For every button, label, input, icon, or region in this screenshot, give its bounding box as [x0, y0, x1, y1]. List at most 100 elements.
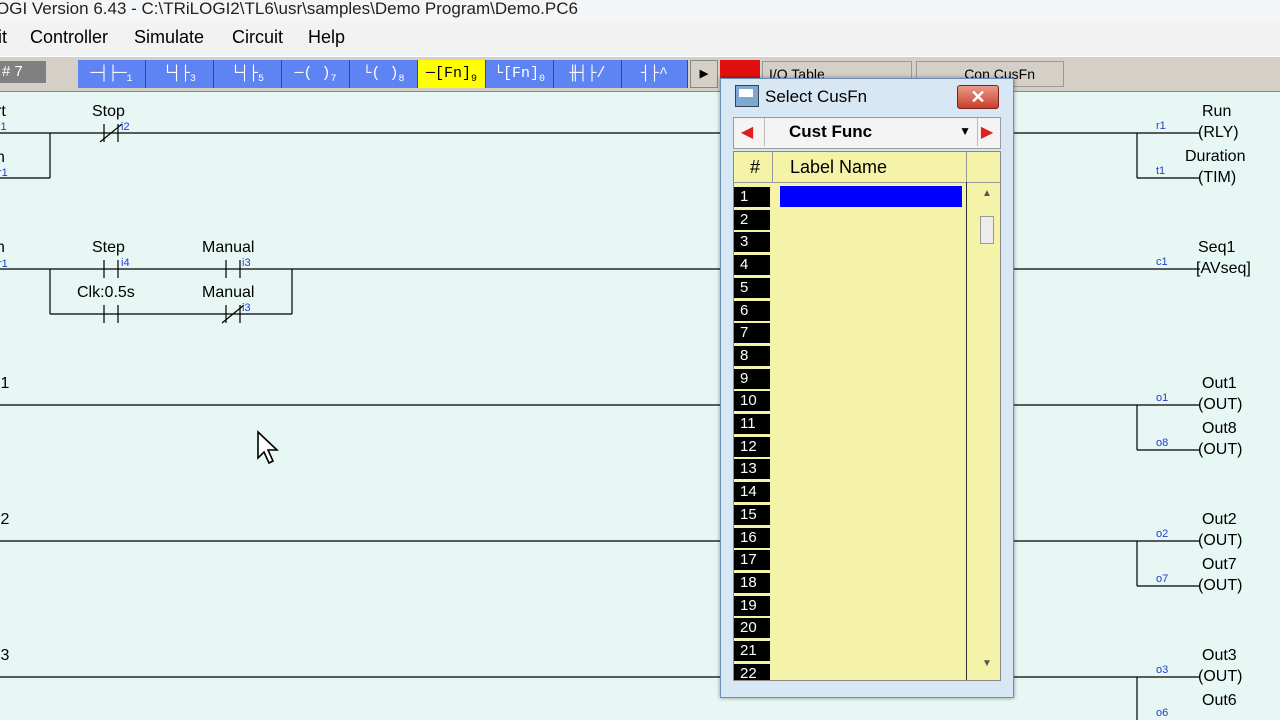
- list-item[interactable]: 17: [734, 549, 966, 572]
- rung-label: :2: [0, 511, 9, 528]
- function-button[interactable]: ─[Fn]9: [418, 60, 486, 88]
- row-label-cell[interactable]: [780, 390, 962, 411]
- rung-label: n: [0, 149, 5, 166]
- row-label-cell[interactable]: [780, 345, 962, 366]
- list-item[interactable]: 10: [734, 390, 966, 413]
- run-button[interactable]: ▶: [690, 60, 718, 88]
- row-number: 17: [734, 550, 770, 571]
- scroll-down-icon[interactable]: ▼: [982, 658, 992, 669]
- list-item[interactable]: 5: [734, 277, 966, 300]
- rung-label: :3: [0, 647, 9, 664]
- parallel-function-button[interactable]: └[Fn]0: [486, 60, 554, 88]
- coil-name: Out3: [1202, 647, 1237, 664]
- row-label-cell[interactable]: [780, 436, 962, 457]
- edge-contact-button[interactable]: ┤├^: [622, 60, 688, 88]
- row-label-cell[interactable]: [780, 231, 962, 252]
- row-label-cell[interactable]: [780, 322, 962, 343]
- coil-button[interactable]: ─( )7: [282, 60, 350, 88]
- row-number: 11: [734, 414, 770, 434]
- row-number: 22: [734, 663, 770, 680]
- coil-name: Out6: [1202, 692, 1237, 709]
- list-item[interactable]: 22: [734, 663, 966, 680]
- row-label-cell[interactable]: [780, 186, 962, 207]
- row-label-cell[interactable]: [780, 368, 962, 389]
- list-item[interactable]: 2: [734, 209, 966, 232]
- address-label: r1: [1156, 120, 1166, 132]
- coil-type: (TIM): [1198, 169, 1236, 186]
- ladder-diagram[interactable]: rt n n :1 :2 :3 Stop Step Manual Clk:0.5…: [0, 90, 1280, 720]
- row-number: 21: [734, 641, 770, 661]
- list-item[interactable]: 20: [734, 617, 966, 640]
- row-number: 8: [734, 345, 770, 366]
- row-label-cell[interactable]: [780, 504, 962, 525]
- list-item[interactable]: 11: [734, 413, 966, 436]
- row-label-cell[interactable]: [780, 413, 962, 434]
- scroll-up-icon[interactable]: ▲: [982, 188, 992, 199]
- row-label-cell[interactable]: [780, 254, 962, 275]
- list-item[interactable]: 21: [734, 640, 966, 663]
- list-item[interactable]: 7: [734, 322, 966, 345]
- list-item[interactable]: 9: [734, 368, 966, 391]
- mouse-cursor-icon: [257, 430, 280, 465]
- edge-contact-icon: ┤├^: [640, 65, 668, 82]
- row-label-cell[interactable]: [780, 277, 962, 298]
- address-label: r1: [0, 258, 8, 270]
- row-label-cell[interactable]: [780, 663, 962, 680]
- list-item[interactable]: 18: [734, 572, 966, 595]
- list-item[interactable]: 6: [734, 300, 966, 323]
- address-label: o2: [1156, 528, 1168, 540]
- list-item[interactable]: 19: [734, 595, 966, 618]
- branch-contact-button[interactable]: └┤├5: [214, 60, 282, 88]
- next-button[interactable]: ▶: [974, 118, 1000, 148]
- row-number: 6: [734, 300, 770, 321]
- menu-help[interactable]: Help: [308, 27, 345, 48]
- list-item[interactable]: 8: [734, 345, 966, 368]
- address-label: o7: [1156, 573, 1168, 585]
- row-label-cell[interactable]: [780, 595, 962, 616]
- row-label-cell[interactable]: [780, 549, 962, 570]
- series-contact-button[interactable]: ─┤├─1: [78, 60, 146, 88]
- menu-edit[interactable]: it: [0, 27, 7, 48]
- row-label-cell[interactable]: [780, 527, 962, 548]
- menu-controller[interactable]: Controller: [30, 27, 108, 48]
- list-item[interactable]: 4: [734, 254, 966, 277]
- list-item[interactable]: 13: [734, 458, 966, 481]
- branch-contact-icon: └┤├: [230, 65, 258, 82]
- coil-name: Out1: [1202, 375, 1237, 392]
- category-select[interactable]: Cust Func ▼: [764, 118, 978, 146]
- row-number: 14: [734, 482, 770, 503]
- dialog-title-bar[interactable]: Select CusFn ✕: [721, 79, 1013, 113]
- row-label-cell[interactable]: [780, 640, 962, 661]
- parallel-coil-button[interactable]: └( )8: [350, 60, 418, 88]
- coil-name: Out2: [1202, 511, 1237, 528]
- list-item[interactable]: 15: [734, 504, 966, 527]
- row-label-cell[interactable]: [780, 572, 962, 593]
- list-item[interactable]: 1: [734, 186, 966, 209]
- list-scrollbar[interactable]: ▲ ▼: [976, 182, 998, 678]
- cusfn-list: # Label Name 1 2 3 4 5 6 7 8 9 10 11 12 13 14 15 16 17 18…: [733, 151, 1001, 681]
- previous-button[interactable]: ◀: [734, 118, 760, 148]
- address-label: i3: [242, 257, 251, 269]
- list-item[interactable]: 14: [734, 481, 966, 504]
- row-number: 1: [734, 187, 770, 207]
- select-cusfn-dialog: Select CusFn ✕ ◀ Cust Func ▼ ▶ # Label N…: [720, 78, 1014, 698]
- menu-simulate[interactable]: Simulate: [134, 27, 204, 48]
- list-item[interactable]: 3: [734, 231, 966, 254]
- menu-bar: it Controller Simulate Circuit Help: [0, 22, 1280, 56]
- address-label: i4: [121, 257, 130, 269]
- contact-series-icon: ─┤├─: [90, 65, 127, 82]
- scroll-thumb[interactable]: [980, 216, 994, 244]
- row-label-cell[interactable]: [780, 300, 962, 321]
- parallel-contact-button[interactable]: └┤├3: [146, 60, 214, 88]
- row-label-cell[interactable]: [780, 209, 962, 230]
- nc-contact-button[interactable]: ╫┤├/: [554, 60, 622, 88]
- list-item[interactable]: 16: [734, 527, 966, 550]
- list-item[interactable]: 12: [734, 436, 966, 459]
- row-label-cell[interactable]: [780, 481, 962, 502]
- row-label-cell[interactable]: [780, 458, 962, 479]
- row-label-cell[interactable]: [780, 617, 962, 638]
- close-button[interactable]: ✕: [957, 85, 999, 109]
- menu-circuit[interactable]: Circuit: [232, 27, 283, 48]
- row-number: 20: [734, 618, 770, 639]
- close-icon: ✕: [970, 87, 986, 107]
